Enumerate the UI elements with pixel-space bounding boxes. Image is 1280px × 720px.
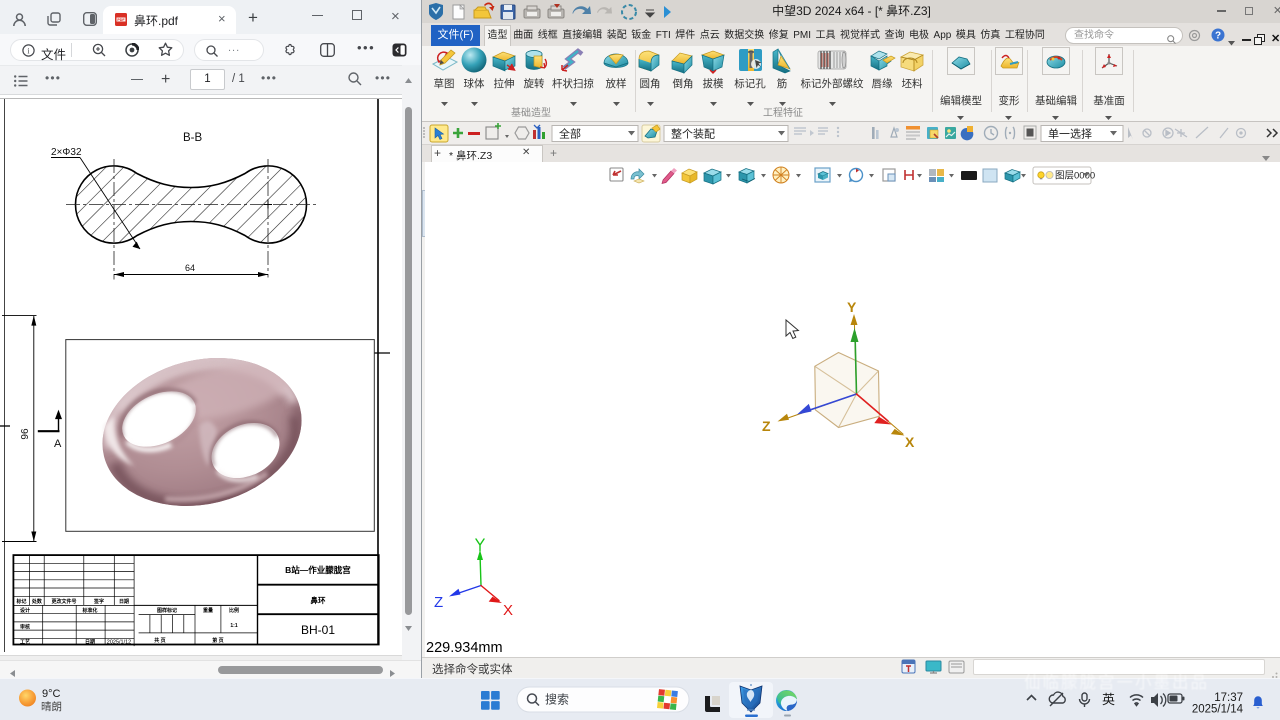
- svg-text:英: 英: [1102, 692, 1115, 707]
- svg-text:64: 64: [185, 263, 195, 273]
- svg-text:9°C: 9°C: [42, 688, 61, 700]
- svg-text:共 页: 共 页: [154, 637, 165, 644]
- svg-text:B站—作业朦胧宫: B站—作业朦胧宫: [285, 565, 351, 575]
- svg-text:标准化: 标准化: [81, 607, 97, 614]
- svg-text:2×Φ32: 2×Φ32: [51, 147, 82, 158]
- svg-text:晴朗: 晴朗: [41, 700, 62, 713]
- svg-text:Y: Y: [847, 299, 857, 315]
- svg-text:第 页: 第 页: [212, 637, 223, 644]
- svg-text:96: 96: [20, 428, 31, 440]
- svg-text:日期: 日期: [119, 598, 129, 605]
- svg-text:搜索: 搜索: [545, 692, 569, 707]
- svg-text:单一选择: 单一选择: [1048, 127, 1092, 141]
- svg-text:设计: 设计: [20, 607, 30, 614]
- svg-text:鼻环: 鼻环: [311, 595, 326, 605]
- svg-text:全部: 全部: [559, 127, 581, 141]
- svg-text:PDF: PDF: [117, 18, 125, 22]
- svg-text:更改文件号: 更改文件号: [51, 598, 76, 605]
- svg-text:处数: 处数: [31, 598, 43, 605]
- svg-text:X: X: [503, 602, 513, 619]
- svg-text:图层0000: 图层0000: [1055, 171, 1095, 182]
- svg-text:整个装配: 整个装配: [671, 127, 715, 141]
- svg-text:229.934mm: 229.934mm: [426, 640, 503, 656]
- svg-text:i: i: [27, 46, 30, 55]
- svg-text:工艺: 工艺: [20, 639, 30, 646]
- svg-text:图样标记: 图样标记: [157, 607, 177, 614]
- svg-text:X: X: [905, 434, 915, 450]
- svg-text:B-B: B-B: [183, 132, 203, 144]
- svg-text:比例: 比例: [229, 607, 239, 614]
- svg-text:1:1: 1:1: [230, 623, 237, 629]
- svg-text:审核: 审核: [20, 624, 30, 631]
- svg-text:日期: 日期: [85, 639, 95, 646]
- svg-text:17:37: 17:37: [1214, 692, 1243, 704]
- svg-text:Z: Z: [434, 594, 443, 611]
- svg-text:重量: 重量: [203, 607, 213, 614]
- svg-text:BH-01: BH-01: [301, 623, 335, 637]
- svg-text:A: A: [54, 438, 62, 450]
- svg-text:2025/1/12: 2025/1/12: [107, 640, 131, 646]
- svg-text:Z: Z: [762, 418, 771, 434]
- svg-text:签字: 签字: [93, 598, 104, 605]
- svg-text:2025/1/14: 2025/1/14: [1192, 704, 1244, 716]
- svg-text:标记: 标记: [15, 598, 26, 605]
